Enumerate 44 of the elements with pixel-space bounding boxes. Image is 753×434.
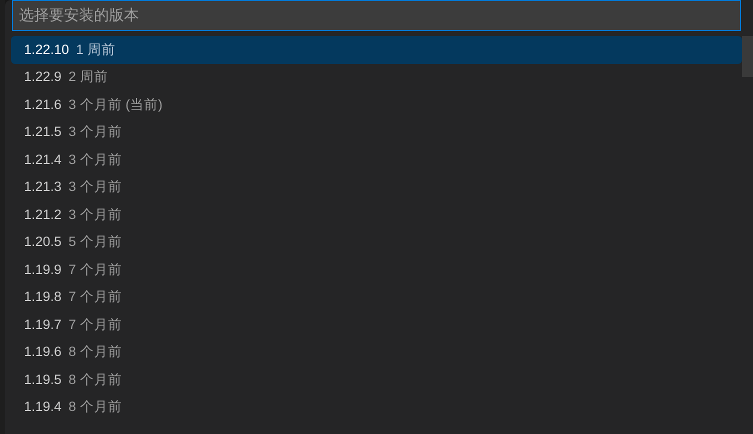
version-list-item[interactable]: 1.21.3 3 个月前 [11,174,742,201]
release-time: 8 个月前 [68,343,122,362]
version-list-item[interactable]: 1.19.9 7 个月前 [11,256,742,284]
scrollbar-thumb[interactable] [742,36,753,77]
version-label: 1.21.6 [24,96,62,114]
release-time: 7 个月前 [68,316,122,334]
version-list-item[interactable]: 1.19.5 8 个月前 [11,366,742,394]
version-label: 1.21.5 [24,123,62,142]
version-label: 1.21.4 [24,150,62,169]
release-time: 2 周前 [68,68,108,86]
version-label: 1.19.5 [24,370,62,389]
release-time: 3 个月前 (当前) [68,96,163,114]
version-label: 1.22.10 [24,40,70,59]
version-label: 1.19.4 [24,398,62,416]
release-time: 7 个月前 [68,288,122,306]
version-list-item[interactable]: 1.19.8 7 个月前 [11,284,742,311]
release-time: 1 周前 [76,40,116,59]
version-list-item[interactable]: 1.20.5 5 个月前 [11,228,742,256]
release-time: 7 个月前 [68,260,122,279]
release-time: 3 个月前 [68,178,122,196]
release-time: 8 个月前 [68,398,122,416]
version-label: 1.19.8 [24,288,62,306]
version-label: 1.19.9 [24,260,62,279]
version-label: 1.22.9 [24,68,62,86]
version-label: 1.19.6 [24,343,62,362]
version-list-item[interactable]: 1.21.2 3 个月前 [11,201,742,228]
version-label: 1.19.7 [24,316,62,334]
version-list-item[interactable]: 1.21.6 3 个月前 (当前) [11,91,742,118]
version-list-item[interactable]: 1.22.9 2 周前 [11,64,742,91]
release-time: 3 个月前 [68,150,122,169]
version-label: 1.21.2 [24,206,62,224]
version-label: 1.20.5 [24,233,62,252]
version-list-item[interactable]: 1.19.4 8 个月前 [11,394,742,421]
version-list-item[interactable]: 1.19.6 8 个月前 [11,338,742,366]
version-list-item[interactable]: 1.19.7 7 个月前 [11,311,742,338]
release-time: 5 个月前 [68,233,122,252]
release-time: 8 个月前 [68,370,122,389]
version-label: 1.21.3 [24,178,62,196]
release-time: 3 个月前 [68,123,122,142]
release-time: 3 个月前 [68,206,122,224]
search-field[interactable]: 选择要安装的版本 [12,0,741,31]
version-list-item[interactable]: 1.22.10 1 周前 [11,36,742,64]
version-list-item[interactable]: 1.21.5 3 个月前 [11,118,742,146]
version-list-item[interactable]: 1.21.4 3 个月前 [11,146,742,174]
